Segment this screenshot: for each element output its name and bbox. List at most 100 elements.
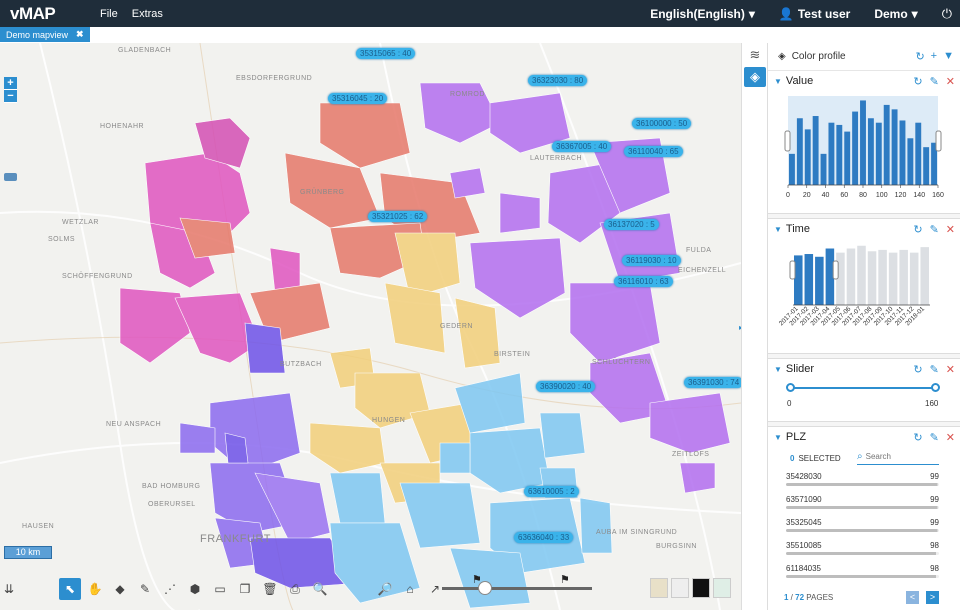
zoom-in-icon[interactable]: 🔍 (309, 578, 331, 600)
close-icon[interactable]: ✖ (76, 29, 84, 40)
plz-list-item[interactable]: 35428030 99 (768, 469, 960, 492)
hand-icon[interactable]: ✋ (84, 578, 106, 600)
delete-icon[interactable]: 🗑 (259, 578, 281, 600)
prev-page-button[interactable]: < (906, 591, 919, 604)
range-handle-left[interactable] (789, 260, 796, 280)
plz-label[interactable]: 63636040 : 33 (514, 532, 574, 543)
user-menu[interactable]: 👤 Test user (779, 7, 850, 21)
paint-bucket-icon: ◈ (778, 51, 786, 62)
basemap-option[interactable] (671, 578, 689, 598)
print-icon[interactable]: ⎙ (284, 578, 306, 600)
power-icon[interactable]: ⏻ (942, 6, 952, 22)
plz-label[interactable]: 36391030 : 74 (684, 377, 741, 388)
plz-search[interactable]: ⌕ (857, 451, 939, 465)
close-icon[interactable]: ✕ (946, 75, 955, 88)
edit-icon[interactable]: ✎ (930, 223, 939, 236)
plz-code: 35510085 (786, 541, 822, 550)
range-handle-right[interactable] (935, 130, 942, 152)
histogram-bar (796, 118, 803, 185)
workspace-dropdown[interactable]: Demo ▾ (874, 7, 917, 21)
plz-label[interactable]: 36119030 : 10 (622, 255, 681, 266)
place-label: FRANKFURT (200, 533, 271, 545)
plz-list-item[interactable]: 35510085 98 (768, 538, 960, 561)
ruler-icon[interactable]: ▭ (209, 578, 231, 600)
basemap-option[interactable] (650, 578, 668, 598)
time-histogram[interactable]: 2017-012017-022017-032017-042017-052017-… (768, 239, 960, 351)
range-handle-right[interactable] (832, 260, 839, 280)
select-icon[interactable]: ⬉ (59, 578, 81, 600)
refresh-icon[interactable]: ↻ (913, 223, 922, 236)
time-slider-knob[interactable] (478, 581, 492, 595)
slider-handle-min[interactable] (786, 383, 795, 392)
plz-label[interactable]: 36390020 : 40 (536, 381, 596, 392)
refresh-icon[interactable]: ↻ (913, 363, 922, 376)
plz-label[interactable]: 36323030 : 80 (528, 75, 588, 86)
value-histogram[interactable]: 0 20 40 60 80 100 120 140 160 (768, 91, 960, 211)
plz-label[interactable]: 35315065 : 40 (356, 48, 416, 59)
plz-label[interactable]: 36110040 : 65 (624, 146, 683, 157)
layers-icon[interactable]: ≋ (744, 45, 766, 65)
point-icon[interactable]: ✎ (134, 578, 156, 600)
caret-icon[interactable]: ▼ (774, 225, 782, 234)
close-icon[interactable]: ✕ (946, 431, 955, 444)
caret-icon[interactable]: ▼ (774, 77, 782, 86)
plz-list-item[interactable]: 35325045 99 (768, 515, 960, 538)
edit-icon[interactable]: ✎ (930, 431, 939, 444)
add-icon[interactable]: + (931, 50, 937, 63)
refresh-icon[interactable]: ↻ (915, 50, 924, 63)
plz-list-item[interactable]: 61184035 98 (768, 561, 960, 584)
flag-icon[interactable]: ⚑ (560, 573, 572, 587)
menu-file[interactable]: File (100, 8, 118, 20)
range-slider[interactable]: 0 160 (768, 379, 960, 419)
place-label: BURGSINN (656, 543, 697, 550)
plz-label[interactable]: 35316045 : 20 (328, 93, 388, 104)
language-dropdown[interactable]: English(English) ▾ (650, 7, 755, 21)
filter-icon[interactable]: ▼ (943, 50, 954, 63)
caret-icon[interactable]: ▼ (774, 433, 782, 442)
tick-label: 40 (822, 192, 830, 199)
close-icon[interactable]: ✕ (946, 363, 955, 376)
basemap-option[interactable] (692, 578, 710, 598)
measure-icon[interactable]: ⋰ (159, 578, 181, 600)
zoom-in-button[interactable]: + (4, 77, 17, 90)
zoom-out-icon[interactable]: 🔎 (374, 578, 396, 600)
range-handle-left[interactable] (784, 130, 791, 152)
color-profile-icon[interactable]: ◈ (744, 67, 766, 87)
plz-label[interactable]: 63610005 : 2 (524, 486, 579, 497)
copy-icon[interactable]: ❐ (234, 578, 256, 600)
histogram-bar (867, 118, 874, 185)
tab-demo-mapview[interactable]: Demo mapview ✖ (0, 27, 90, 42)
eraser-icon[interactable]: ◆ (109, 578, 131, 600)
place-label: SOLMS (48, 236, 76, 243)
refresh-icon[interactable]: ↻ (913, 75, 922, 88)
place-label: SCHLÜCHTERN (592, 359, 651, 366)
plz-label[interactable]: 36367005 : 40 (552, 141, 612, 152)
plz-label[interactable]: 36137020 : 5 (604, 219, 659, 230)
basemap-option[interactable] (713, 578, 731, 598)
plz-list-item[interactable]: 63571090 99 (768, 492, 960, 515)
scale-bar: 10 km (4, 546, 52, 559)
place-label: HAUSEN (22, 523, 55, 530)
zoom-out-button[interactable]: − (4, 90, 17, 103)
edit-icon[interactable]: ✎ (930, 75, 939, 88)
plz-label[interactable]: 36100000 : 50 (632, 118, 692, 129)
next-page-button[interactable]: > (926, 591, 939, 604)
caret-icon[interactable]: ▼ (774, 365, 782, 374)
home-icon[interactable]: ⌂ (399, 578, 421, 600)
time-header: ▼ Time ↻ ✎ ✕ (768, 219, 960, 239)
plz-label[interactable]: 36116010 : 63 (614, 276, 673, 287)
sidebar-handle[interactable] (4, 173, 17, 181)
time-section: ▼ Time ↻ ✎ ✕ 2017-01 2017-02 2017-03 2017-0… (768, 213, 960, 354)
plz-label[interactable]: 35321025 : 62 (368, 211, 428, 222)
close-icon[interactable]: ✕ (946, 223, 955, 236)
refresh-icon[interactable]: ↻ (913, 431, 922, 444)
slider-handle-max[interactable] (931, 383, 940, 392)
edit-icon[interactable]: ✎ (930, 363, 939, 376)
polygon-icon[interactable]: ⬢ (184, 578, 206, 600)
search-input[interactable] (865, 452, 932, 461)
menu-extras[interactable]: Extras (132, 8, 163, 20)
time-slider[interactable]: ⚑ ⚑ (442, 574, 592, 595)
plz-row: 35510085 98 (768, 538, 960, 550)
map-view[interactable]: + − GLADENBACH EBSDORFERGRUND HOHENAHR W… (0, 43, 741, 610)
collapse-icon[interactable]: ⇊ (4, 578, 14, 600)
